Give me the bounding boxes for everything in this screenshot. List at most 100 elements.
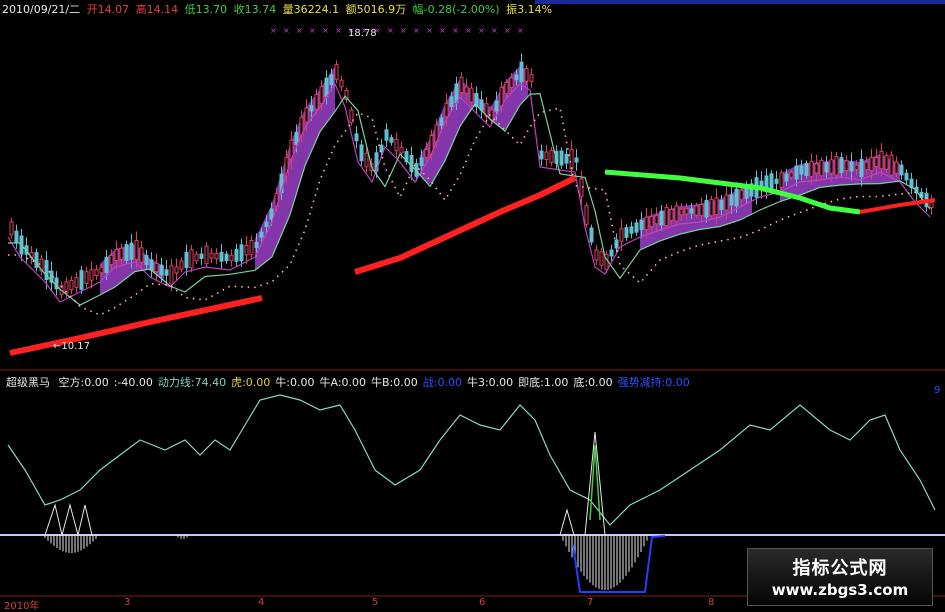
candle-body: [144, 254, 149, 266]
candle-body: [654, 215, 659, 225]
candle-body: [834, 156, 839, 176]
signal-marker: ×: [309, 26, 316, 35]
candle-body: [119, 247, 124, 260]
candle-body: [774, 178, 779, 184]
candle-body: [364, 152, 369, 168]
candle-body: [564, 153, 569, 164]
indicator-value: 战:0.00: [422, 376, 462, 389]
amount-label: 额: [345, 3, 357, 16]
candle-body: [884, 155, 889, 170]
candle-body: [674, 205, 679, 222]
signal-marker: ×: [400, 26, 407, 35]
amount-value: 5016.9万: [356, 3, 407, 16]
candle-body: [129, 242, 134, 260]
candle-body: [689, 208, 694, 214]
candle-body: [709, 198, 714, 217]
signal-marker: ×: [439, 26, 446, 35]
signal-marker: ×: [387, 26, 394, 35]
candle-body: [254, 241, 259, 249]
candle-body: [199, 253, 204, 259]
axis-label-aug: 8: [708, 597, 715, 608]
candle-body: [829, 159, 834, 174]
candle-body: [444, 102, 449, 118]
candle-body: [789, 172, 794, 178]
high-label: 高: [135, 3, 147, 16]
candle-body: [539, 150, 544, 160]
candle-body: [229, 254, 234, 262]
candle-body: [479, 99, 484, 111]
low-label: 低: [184, 3, 196, 16]
candle-body: [659, 210, 664, 226]
candle-body: [739, 189, 744, 201]
change-value: -0.28(-2.00%): [423, 3, 500, 16]
candle-body: [569, 149, 574, 170]
ma-dotted-line: [8, 107, 931, 316]
candle-body: [679, 208, 684, 216]
candle-body: [244, 244, 249, 256]
watermark-logo: 指标公式网 www.zbgs3.com: [747, 548, 933, 606]
candle-body: [454, 83, 459, 104]
candle-body: [879, 150, 884, 170]
candle-body: [264, 221, 269, 228]
candle-body: [819, 159, 824, 177]
candle-body: [699, 203, 704, 217]
watermark-title: 指标公式网: [792, 558, 888, 579]
signal-marker: ×: [322, 26, 329, 35]
candle-body: [394, 138, 399, 152]
close-label: 收: [233, 3, 245, 16]
candle-body: [104, 257, 109, 273]
indicator-value: :-40.00: [113, 376, 153, 389]
indicator-value: 牛B:0.00: [371, 376, 418, 389]
indicator-values: 空方:0.00:-40.00 动力线:74.40 虎:0.00 牛:0.00 牛A:0.…: [59, 376, 695, 389]
axis-label-mar: 3: [124, 597, 131, 608]
candle-body: [314, 93, 319, 110]
candle-body: [194, 253, 199, 262]
candle-body: [504, 81, 509, 95]
low-value: 13.70: [195, 3, 228, 16]
candle-body: [889, 154, 894, 176]
candle-body: [929, 201, 934, 209]
candle-body: [224, 253, 229, 262]
candle-body: [164, 269, 169, 276]
candle-body: [634, 222, 639, 233]
candle-body: [449, 96, 454, 107]
close-value: 13.74: [244, 3, 277, 16]
axis-label-apr: 4: [258, 597, 265, 608]
candle-body: [329, 74, 334, 86]
candle-body: [639, 220, 644, 230]
turnover-value: 3.14%: [517, 3, 553, 16]
bull-signal: [589, 444, 601, 521]
candle-body: [134, 240, 139, 260]
candle-body: [514, 74, 519, 81]
candle-body: [649, 216, 654, 227]
candle-body: [294, 131, 299, 145]
candle-body: [384, 129, 389, 141]
volume-label: 量: [282, 3, 294, 16]
candle-body: [159, 264, 164, 276]
signal-marker: ×: [517, 26, 524, 35]
candle-body: [339, 79, 344, 88]
signal-marker: ×: [504, 26, 511, 35]
candle-body: [79, 270, 84, 290]
candle-body: [464, 86, 469, 94]
indicator-value: 虎:0.00: [231, 376, 271, 389]
open-value: 14.07: [97, 3, 130, 16]
candle-body: [459, 76, 464, 94]
candle-body: [469, 87, 474, 103]
candle-body: [894, 161, 899, 174]
turnover-label: 振: [506, 3, 518, 16]
price-and-indicator-chart[interactable]: × × × × × × × × × × × × × × × × × × × ×: [0, 0, 945, 609]
candle-body: [629, 226, 634, 234]
signal-marker: ×: [296, 26, 303, 35]
indicator-scale-label: 9: [934, 385, 941, 396]
candle-body: [809, 160, 814, 178]
candle-body: [779, 172, 784, 188]
candle-body: [424, 148, 429, 158]
candle-body: [354, 133, 359, 142]
candle-body: [379, 144, 384, 153]
candle-body: [589, 227, 594, 243]
candle-body: [549, 150, 554, 163]
candle-body: [399, 146, 404, 154]
candle-body: [219, 251, 224, 262]
candle-body: [109, 254, 114, 266]
